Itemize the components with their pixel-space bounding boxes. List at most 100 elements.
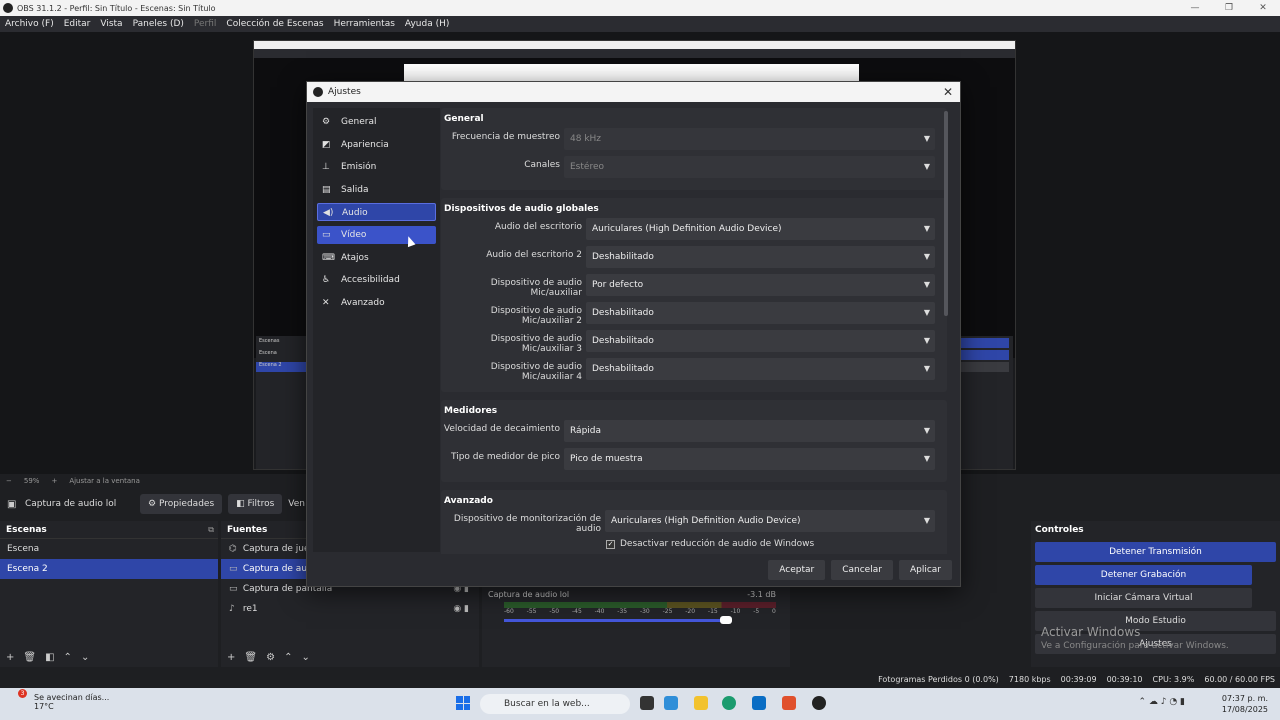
down-icon[interactable]: ⌄ [81, 652, 89, 663]
visibility-eye-icon[interactable]: ◉ ▮ [453, 599, 469, 619]
nav-item-audio[interactable]: ◀) Audio [317, 203, 436, 222]
minimize-button[interactable]: — [1178, 0, 1212, 16]
cancel-button[interactable]: Cancelar [831, 560, 893, 580]
chevron-down-icon: ▼ [923, 516, 930, 525]
channels-select[interactable]: Estéreo ▼ [564, 156, 935, 178]
sample-rate-select[interactable]: 48 kHz ▼ [564, 128, 935, 150]
brave-icon[interactable] [782, 696, 796, 710]
stop-streaming-button[interactable]: Detener Transmisión [1035, 542, 1276, 562]
app-icon[interactable] [640, 696, 654, 710]
start-virtual-camera-button[interactable]: Iniciar Cámara Virtual [1035, 588, 1252, 608]
trash-icon[interactable]: 🗑 [244, 652, 257, 663]
zoom-in-button[interactable]: + [45, 477, 63, 485]
trash-icon[interactable]: 🗑 [23, 652, 36, 663]
nav-item-atajos[interactable]: ⌨ Atajos [317, 249, 436, 267]
apply-button[interactable]: Aplicar [898, 560, 952, 580]
meter-ticks: -60 -55 -50 -45 -40 -35 -30 -25 -20 -15 … [504, 608, 776, 615]
peak-meter-select[interactable]: Pico de muestra ▼ [564, 448, 935, 470]
select-value: Deshabilitado [592, 252, 654, 262]
scene-item[interactable]: Escena 2 [0, 559, 218, 579]
decay-rate-select[interactable]: Rápida ▼ [564, 420, 935, 442]
monitoring-device-select[interactable]: Auriculares (High Definition Audio Devic… [605, 510, 935, 532]
menu-perfil[interactable]: Perfil [189, 19, 222, 29]
weather-title: Se avecinan días... [34, 693, 110, 702]
up-icon[interactable]: ⌃ [284, 652, 292, 663]
scene-item[interactable]: Escena [0, 539, 218, 559]
gear-icon[interactable]: ⚙ [266, 652, 275, 663]
start-button[interactable] [456, 696, 470, 710]
desktop-audio-2-select[interactable]: Deshabilitado ▼ [586, 246, 935, 268]
menu-paneles[interactable]: Paneles (D) [128, 19, 189, 29]
ducking-checkbox-row[interactable]: ✓ Desactivar reducción de audio de Windo… [441, 538, 947, 554]
desktop-audio-select[interactable]: Auriculares (High Definition Audio Devic… [586, 218, 935, 240]
weather-widget[interactable]: 3 Se avecinan días... 17°C [14, 689, 110, 711]
scenes-dock-title: Escenas [6, 525, 47, 535]
menu-coleccion[interactable]: Colección de Escenas [221, 19, 328, 29]
fps-counter: 60.00 / 60.00 FPS [1204, 674, 1275, 684]
mixer-source-name: Captura de audio lol [488, 590, 570, 599]
up-icon[interactable]: ⌃ [64, 652, 72, 663]
close-icon[interactable]: ✕ [940, 82, 956, 102]
mic-aux-select[interactable]: Por defecto ▼ [586, 274, 935, 296]
dialog-title: Ajustes [328, 87, 361, 97]
menu-archivo[interactable]: Archivo (F) [0, 19, 59, 29]
properties-button[interactable]: ⚙ Propiedades [140, 494, 223, 514]
outlook-icon[interactable] [752, 696, 766, 710]
truncated-button[interactable]: Ven [288, 499, 305, 509]
dialog-footer: Aceptar Cancelar Aplicar [768, 560, 952, 580]
nav-label: Atajos [341, 252, 369, 263]
maximize-button[interactable]: ❐ [1212, 0, 1246, 16]
activate-windows-watermark: Activar Windows Ve a Configuración para … [1041, 625, 1229, 651]
content-scrollbar[interactable] [944, 111, 948, 316]
app-icon[interactable] [664, 696, 678, 710]
menu-vista[interactable]: Vista [95, 19, 127, 29]
down-icon[interactable]: ⌄ [301, 652, 309, 663]
taskbar-search[interactable]: Buscar en la web... [480, 694, 630, 714]
nav-item-accesibilidad[interactable]: ♿ Accesibilidad [317, 271, 436, 289]
obs-icon[interactable] [812, 696, 826, 710]
fit-to-window-button[interactable]: Ajustar a la ventana [63, 477, 146, 485]
nav-item-emision[interactable]: ⊥ Emisión [317, 158, 436, 176]
keyboard-icon: ⌨ [322, 252, 335, 263]
mic-aux-3-select[interactable]: Deshabilitado ▼ [586, 330, 935, 352]
select-value: Deshabilitado [592, 308, 654, 318]
tools-icon: ✕ [322, 297, 330, 308]
antenna-icon: ⊥ [322, 162, 330, 173]
undock-icon[interactable]: ⧉ [208, 521, 214, 539]
taskbar-clock[interactable]: 07:37 p. m. 17/08/2025 [1222, 693, 1268, 715]
select-value: Deshabilitado [592, 336, 654, 346]
mic-aux-2-select[interactable]: Deshabilitado ▼ [586, 302, 935, 324]
close-window-button[interactable]: ✕ [1246, 0, 1280, 16]
filters-label: Filtros [247, 499, 275, 509]
menu-herramientas[interactable]: Herramientas [329, 19, 400, 29]
add-icon[interactable]: + [227, 652, 235, 663]
nav-item-video[interactable]: ▭ Vídeo [317, 225, 436, 244]
add-icon[interactable]: + [6, 652, 14, 663]
output-icon: ▤ [322, 184, 331, 195]
filters-button[interactable]: ◧ Filtros [228, 494, 283, 514]
nav-item-salida[interactable]: ▤ Salida [317, 181, 436, 199]
ok-button[interactable]: Aceptar [768, 560, 826, 580]
mic-aux-4-select[interactable]: Deshabilitado ▼ [586, 358, 935, 380]
tick-label: -25 [662, 608, 673, 615]
menu-editar[interactable]: Editar [59, 19, 96, 29]
slider-handle[interactable] [720, 616, 732, 624]
zoom-level: 59% [23, 477, 40, 485]
source-item[interactable]: ♪ re1 ◉ ▮ [221, 599, 479, 619]
section-header: Dispositivos de audio globales [444, 204, 599, 214]
zoom-out-button[interactable]: − [0, 477, 18, 485]
checkbox[interactable]: ✓ [606, 540, 615, 549]
nav-item-apariencia[interactable]: ◩ Apariencia [317, 136, 436, 154]
filter-icon[interactable]: ◧ [45, 652, 54, 663]
edge-icon[interactable] [722, 696, 736, 710]
volume-slider[interactable] [504, 616, 732, 624]
system-tray[interactable]: ⌃ ☁ ♪ ◔ ▮ [1138, 697, 1185, 707]
folder-icon[interactable] [694, 696, 708, 710]
setting-row: Velocidad de decaimiento Rápida ▼ [441, 420, 947, 448]
nav-item-avanzado[interactable]: ✕ Avanzado [317, 294, 436, 312]
stop-recording-button[interactable]: Detener Grabación [1035, 565, 1252, 585]
select-value: Estéreo [570, 162, 604, 172]
nav-item-general[interactable]: ⚙ General [317, 113, 436, 131]
menu-ayuda[interactable]: Ayuda (H) [400, 19, 454, 29]
chevron-down-icon: ▼ [923, 308, 930, 317]
